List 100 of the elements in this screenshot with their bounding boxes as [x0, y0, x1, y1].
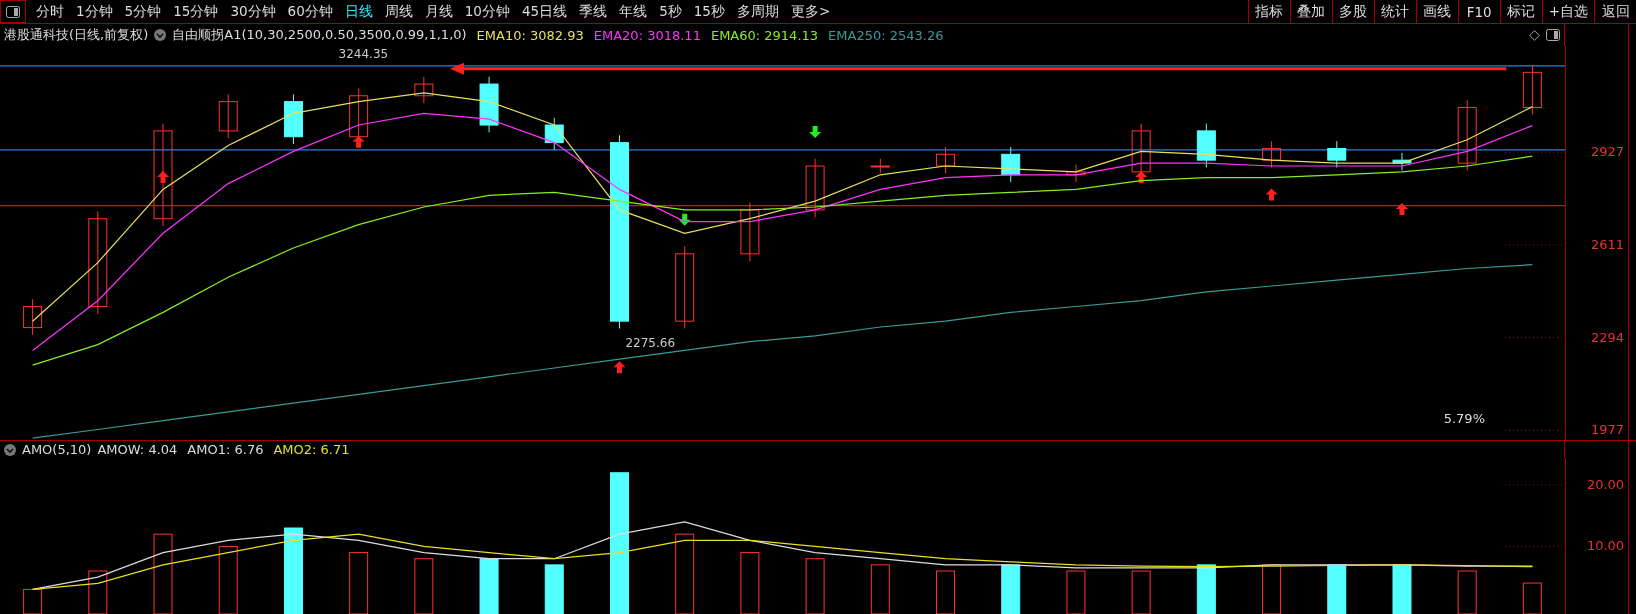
period-tab[interactable]: 更多> — [784, 2, 837, 21]
panel-toggle-icon[interactable] — [1546, 29, 1561, 41]
toolbar-button[interactable]: 标记 — [1499, 0, 1542, 23]
candlestick — [414, 76, 434, 104]
period-tab[interactable]: 45日线 — [515, 2, 574, 21]
candlestick — [218, 93, 238, 139]
volume-bar — [349, 552, 369, 614]
period-tab[interactable]: 季线 — [573, 2, 614, 21]
toolbar-button[interactable]: F10 — [1457, 0, 1500, 23]
candlestick — [1327, 140, 1347, 168]
toolbar-button[interactable]: 画线 — [1415, 0, 1458, 23]
period-tab[interactable]: 周线 — [378, 2, 419, 21]
up-arrow-icon — [157, 170, 169, 183]
legend-name: AMO2 — [273, 442, 313, 457]
volume-bar — [544, 564, 564, 614]
panel-toggle-icon[interactable] — [0, 0, 26, 23]
tick-marks — [1504, 484, 1565, 547]
period-tab[interactable]: 10分钟 — [458, 2, 516, 21]
dropdown-icon[interactable] — [4, 443, 16, 456]
candlestick — [283, 93, 303, 145]
legend-name: AMO1 — [187, 442, 226, 457]
toolbar-button[interactable]: +自选 — [1541, 0, 1594, 23]
legend-value: : 2914.13 — [755, 27, 819, 43]
volume-bar — [870, 564, 890, 614]
candlestick — [1262, 140, 1282, 168]
volume-bar — [1457, 570, 1477, 614]
volume-bar — [1001, 564, 1021, 614]
axis-label: 20.00 — [1586, 477, 1625, 492]
toolbar-button[interactable]: 统计 — [1373, 0, 1416, 23]
volume-bar — [23, 588, 43, 614]
legend-value: : 2543.26 — [881, 27, 944, 43]
legend-name: EMA20 — [593, 27, 639, 43]
axis-label: 2611 — [1591, 236, 1625, 252]
price-extreme-label: 3244.35 — [338, 47, 389, 61]
up-arrow-icon — [1265, 188, 1278, 201]
toolbar-button[interactable]: 返回 — [1594, 0, 1636, 23]
period-tab[interactable]: 5分钟 — [118, 2, 168, 21]
volume-bar — [1262, 564, 1282, 614]
candlestick — [1066, 164, 1086, 183]
down-arrow-icon — [678, 213, 691, 226]
candlestick — [23, 298, 43, 336]
period-tab[interactable]: 30分钟 — [224, 2, 282, 21]
diamond-icon[interactable] — [1529, 29, 1541, 41]
price-extreme-label: 2275.66 — [625, 336, 676, 351]
period-tab[interactable]: 15秒 — [687, 2, 731, 21]
candlestick — [1001, 146, 1021, 183]
candlestick — [740, 202, 760, 262]
period-tab[interactable]: 5秒 — [653, 2, 688, 21]
period-tab[interactable]: 分时 — [30, 2, 70, 21]
volume-bar — [1131, 570, 1151, 614]
up-arrow-icon — [1135, 170, 1148, 183]
period-tab[interactable]: 15分钟 — [167, 2, 225, 21]
legend-name: EMA10 — [476, 27, 522, 43]
indicator-name: 自由顺拐A1(10,30,2500,0.50,3500,0.99,1,1,0) — [172, 26, 467, 44]
period-tab[interactable]: 月线 — [418, 2, 459, 21]
up-arrow-icon — [1396, 203, 1408, 216]
period-tab[interactable]: 1分钟 — [70, 2, 119, 21]
up-arrow-icon — [352, 135, 365, 148]
legend-value: : 3018.11 — [638, 27, 701, 43]
volume-bar — [1066, 570, 1086, 614]
volume-bar — [414, 558, 434, 614]
legend-name: EMA60 — [710, 27, 756, 43]
volume-bar — [1196, 564, 1216, 614]
candlestick — [544, 117, 564, 151]
volume-bar — [88, 570, 108, 614]
legend-value: : 6.76 — [225, 442, 264, 457]
volume-bar — [218, 545, 238, 614]
candlestick — [1522, 64, 1542, 116]
down-arrow-icon — [809, 126, 822, 138]
period-tab[interactable]: 60分钟 — [281, 2, 339, 21]
volume-bar — [479, 558, 499, 614]
volume-bar — [1327, 564, 1347, 614]
volume-bar — [936, 570, 955, 614]
volume-bar — [1522, 582, 1542, 614]
period-tab[interactable]: 日线 — [338, 2, 379, 21]
candlestick — [1196, 123, 1216, 168]
candlestick — [1392, 152, 1412, 171]
axis-label: 2927 — [1591, 144, 1625, 160]
legend-value: : 3082.93 — [521, 27, 584, 43]
up-arrow-icon — [613, 361, 626, 374]
candlestick — [805, 158, 825, 218]
toolbar-button[interactable]: 叠加 — [1289, 0, 1332, 23]
volume-bar — [740, 552, 760, 614]
axis-label: 1977 — [1591, 422, 1625, 438]
indicator-value: AMOW: 4.04 — [97, 442, 178, 457]
volume-bar — [1392, 564, 1412, 614]
toolbar-button[interactable]: 指标 — [1247, 0, 1290, 23]
toolbar-button[interactable]: 多股 — [1331, 0, 1374, 23]
candlestick — [1457, 99, 1477, 171]
indicator-name: AMO(5,10) — [22, 442, 92, 457]
chart-title: 港股通科技(日线,前复权) — [4, 26, 149, 44]
axis-label: 10.00 — [1586, 538, 1625, 554]
legend-value: : 6.71 — [312, 442, 350, 457]
candlestick — [479, 76, 499, 133]
period-tab[interactable]: 年线 — [613, 2, 654, 21]
candlestick — [870, 158, 890, 174]
percent-label: 5.79% — [1443, 411, 1485, 426]
candlestick — [936, 146, 955, 174]
dropdown-icon[interactable] — [154, 29, 167, 41]
period-tab[interactable]: 多周期 — [730, 2, 785, 21]
